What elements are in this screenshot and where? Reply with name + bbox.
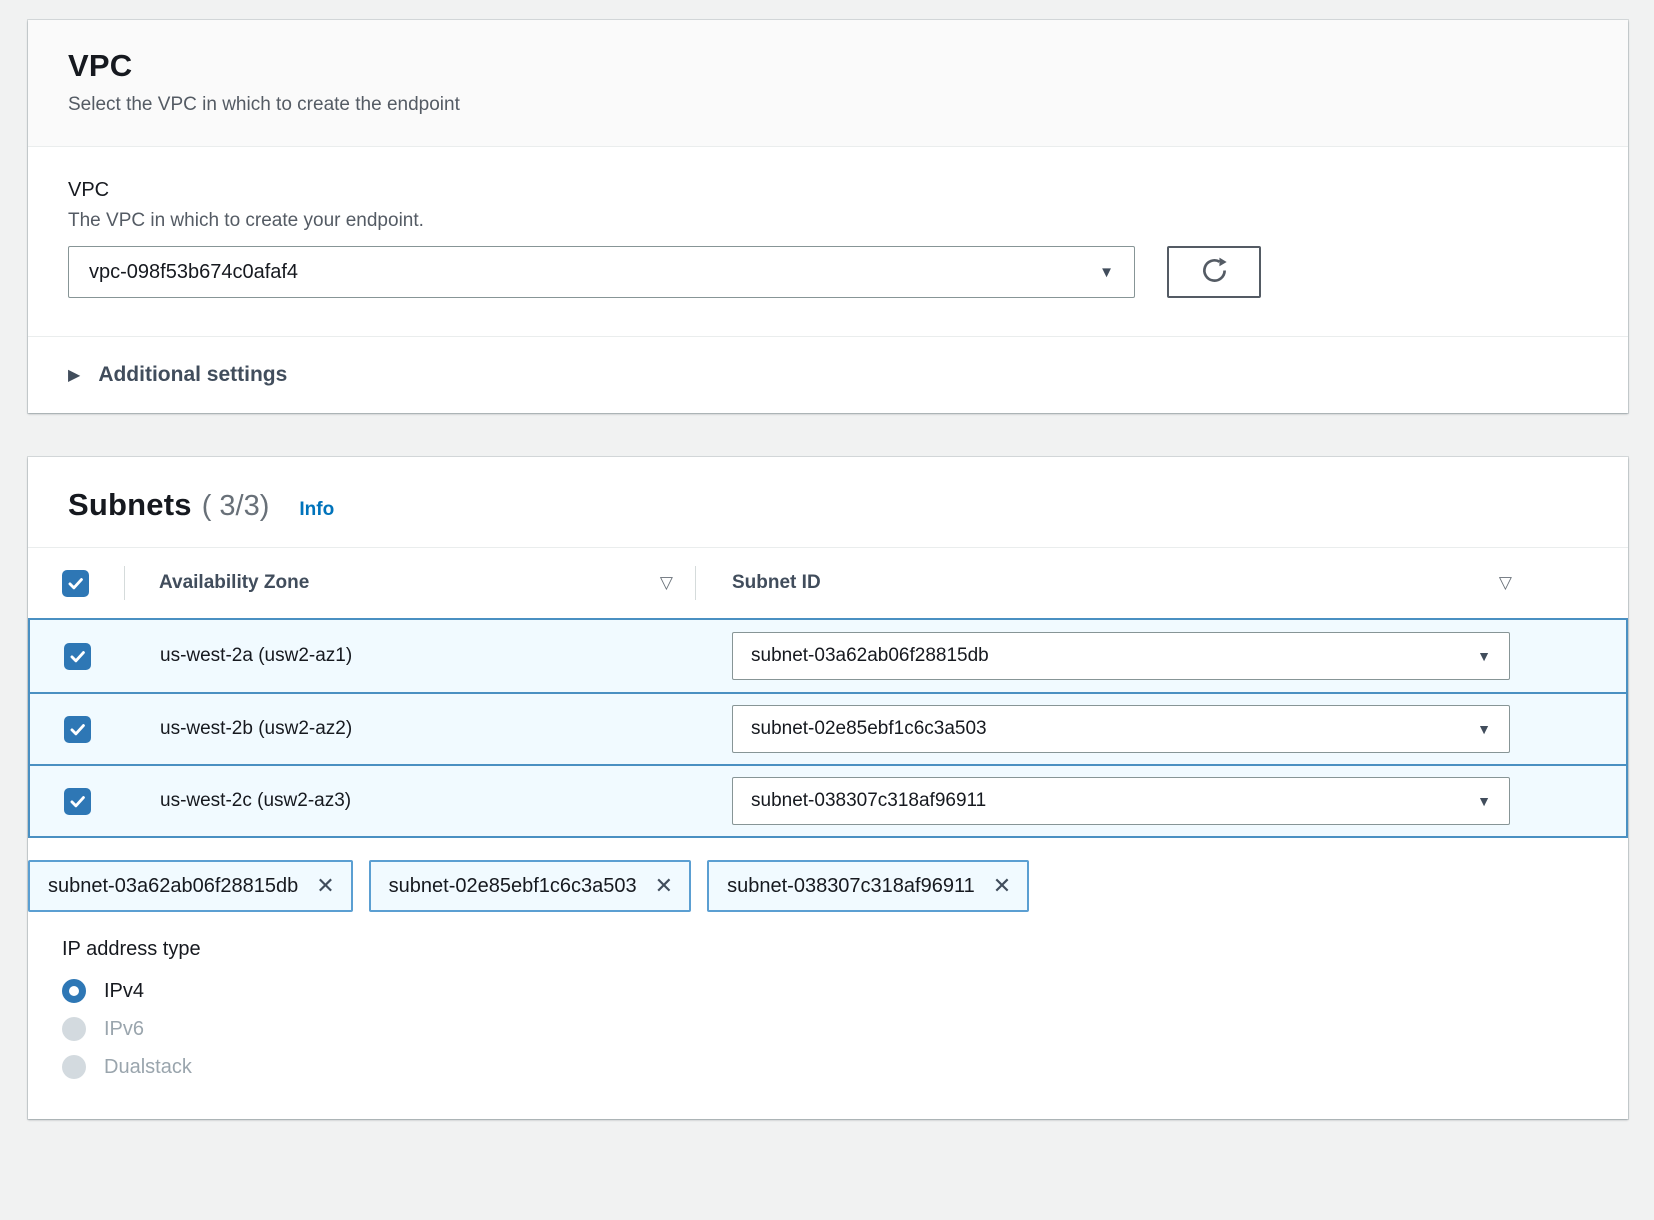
- vpc-card-title: VPC: [68, 48, 1588, 84]
- refresh-icon: [1201, 257, 1228, 287]
- subnet-token: subnet-03a62ab06f28815db ✕: [28, 860, 353, 912]
- vpc-controls-row: vpc-098f53b674c0afaf4 ▼: [68, 246, 1588, 298]
- additional-settings-expander[interactable]: ▶ Additional settings: [28, 337, 1628, 413]
- row-checkbox-cell: [30, 643, 126, 670]
- ip-address-type-label: IP address type: [62, 938, 1594, 961]
- vpc-select-value: vpc-098f53b674c0afaf4: [89, 261, 298, 284]
- sort-icon[interactable]: ▽: [1499, 573, 1512, 593]
- vpc-container: VPC Select the VPC in which to create th…: [28, 20, 1628, 413]
- az-value: us-west-2a (usw2-az1): [160, 645, 352, 667]
- check-icon: [68, 720, 87, 739]
- token-label: subnet-038307c318af96911: [727, 875, 975, 898]
- chevron-down-icon: ▼: [1477, 793, 1491, 809]
- refresh-button[interactable]: [1167, 246, 1261, 298]
- subnets-card-header: Subnets ( 3/3) Info: [28, 457, 1628, 548]
- az-cell: us-west-2b (usw2-az2): [126, 718, 696, 740]
- token-label: subnet-02e85ebf1c6c3a503: [389, 875, 637, 898]
- subnet-select[interactable]: subnet-038307c318af96911 ▼: [732, 777, 1510, 825]
- check-icon: [68, 792, 87, 811]
- radio-label: IPv4: [104, 980, 144, 1003]
- radio-option-ipv4[interactable]: IPv4: [62, 979, 1594, 1003]
- vpc-card-subtitle: Select the VPC in which to create the en…: [68, 94, 1588, 116]
- vpc-field-description: The VPC in which to create your endpoint…: [68, 210, 1588, 232]
- radio-selected-icon[interactable]: [62, 979, 86, 1003]
- table-row[interactable]: us-west-2c (usw2-az3) subnet-038307c318a…: [30, 764, 1626, 836]
- chevron-down-icon: ▼: [1477, 721, 1491, 737]
- subnet-select[interactable]: subnet-03a62ab06f28815db ▼: [732, 632, 1510, 680]
- subnet-column-header: Subnet ID ▽: [696, 572, 1628, 594]
- vpc-field-label: VPC: [68, 179, 1588, 202]
- subnet-cell: subnet-038307c318af96911 ▼: [696, 777, 1626, 825]
- select-all-checkbox[interactable]: [62, 570, 89, 597]
- selected-subnet-tokens: subnet-03a62ab06f28815db ✕ subnet-02e85e…: [28, 860, 1628, 912]
- subnet-select[interactable]: subnet-02e85ebf1c6c3a503 ▼: [732, 705, 1510, 753]
- check-icon: [66, 574, 85, 593]
- subnet-select-value: subnet-03a62ab06f28815db: [751, 645, 989, 667]
- az-column-header: Availability Zone ▽: [125, 572, 695, 594]
- sort-icon[interactable]: ▽: [660, 573, 673, 593]
- row-checkbox[interactable]: [64, 716, 91, 743]
- additional-settings-label: Additional settings: [98, 363, 287, 387]
- subnet-cell: subnet-02e85ebf1c6c3a503 ▼: [696, 705, 1626, 753]
- row-checkbox[interactable]: [64, 788, 91, 815]
- radio-option-dualstack: Dualstack: [62, 1055, 1594, 1079]
- az-cell: us-west-2c (usw2-az3): [126, 790, 696, 812]
- row-checkbox[interactable]: [64, 643, 91, 670]
- radio-option-ipv6: IPv6: [62, 1017, 1594, 1041]
- az-value: us-west-2c (usw2-az3): [160, 790, 351, 812]
- expand-caret-icon: ▶: [68, 365, 80, 385]
- chevron-down-icon: ▼: [1099, 264, 1114, 281]
- radio-disabled-icon: [62, 1055, 86, 1079]
- vpc-select[interactable]: vpc-098f53b674c0afaf4 ▼: [68, 246, 1135, 298]
- table-header-row: Availability Zone ▽ Subnet ID ▽: [28, 548, 1628, 618]
- row-checkbox-cell: [30, 788, 126, 815]
- close-icon[interactable]: ✕: [993, 875, 1011, 897]
- az-cell: us-west-2a (usw2-az1): [126, 645, 696, 667]
- subnet-select-value: subnet-038307c318af96911: [751, 790, 986, 812]
- close-icon[interactable]: ✕: [316, 875, 334, 897]
- table-body: us-west-2a (usw2-az1) subnet-03a62ab06f2…: [28, 618, 1628, 838]
- az-value: us-west-2b (usw2-az2): [160, 718, 352, 740]
- subnets-card-title: Subnets: [68, 487, 192, 523]
- subnets-counter: ( 3/3): [202, 490, 270, 523]
- radio-label: Dualstack: [104, 1056, 192, 1079]
- table-row[interactable]: us-west-2b (usw2-az2) subnet-02e85ebf1c6…: [30, 692, 1626, 764]
- token-label: subnet-03a62ab06f28815db: [48, 875, 298, 898]
- select-all-cell: [28, 570, 124, 597]
- ip-address-type-group: IP address type IPv4 IPv6 Dualstack: [28, 912, 1628, 1119]
- info-link[interactable]: Info: [299, 499, 334, 521]
- subnet-column-label: Subnet ID: [732, 572, 821, 594]
- subnet-cell: subnet-03a62ab06f28815db ▼: [696, 632, 1626, 680]
- subnet-select-value: subnet-02e85ebf1c6c3a503: [751, 718, 987, 740]
- table-row[interactable]: us-west-2a (usw2-az1) subnet-03a62ab06f2…: [30, 620, 1626, 692]
- radio-label: IPv6: [104, 1018, 144, 1041]
- subnet-token: subnet-02e85ebf1c6c3a503 ✕: [369, 860, 691, 912]
- az-column-label: Availability Zone: [159, 572, 309, 594]
- chevron-down-icon: ▼: [1477, 648, 1491, 664]
- row-checkbox-cell: [30, 716, 126, 743]
- vpc-card-header: VPC Select the VPC in which to create th…: [28, 20, 1628, 147]
- subnets-container: Subnets ( 3/3) Info Availability Zone ▽ …: [28, 457, 1628, 1119]
- subnet-token: subnet-038307c318af96911 ✕: [707, 860, 1029, 912]
- close-icon[interactable]: ✕: [655, 875, 673, 897]
- check-icon: [68, 647, 87, 666]
- vpc-form-body: VPC The VPC in which to create your endp…: [28, 147, 1628, 337]
- radio-disabled-icon: [62, 1017, 86, 1041]
